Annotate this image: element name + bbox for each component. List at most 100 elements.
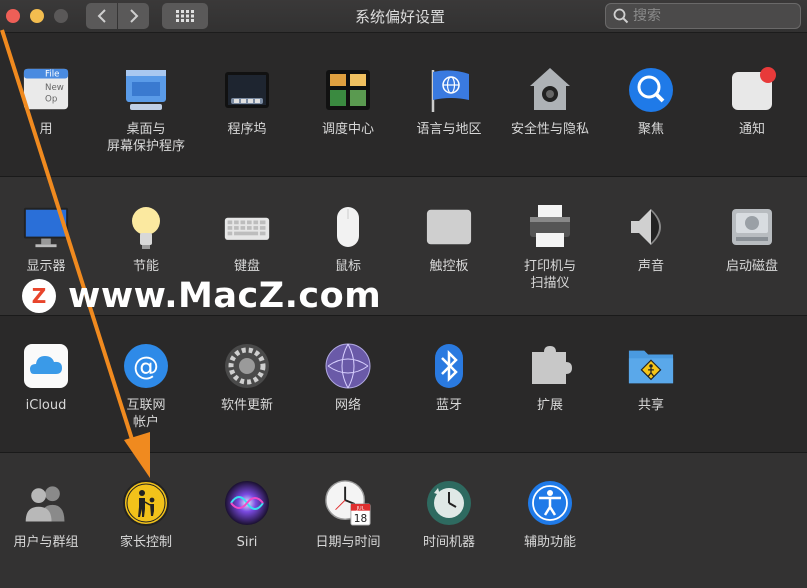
pane-label: 辅助功能: [523, 535, 576, 550]
grid-icon: [176, 10, 194, 22]
chevron-left-icon: [97, 9, 106, 23]
pane-internet-accounts[interactable]: @ 互联网 帐户: [100, 342, 192, 431]
pane-row-1: File New Op 用 桌面与 屏幕保护程序 程序坞 调度中心 语言与地区 …: [0, 40, 807, 178]
pane-trackpad[interactable]: 触控板: [403, 203, 495, 275]
pane-mission-control[interactable]: 调度中心: [302, 66, 394, 138]
calendar-day: 18: [354, 513, 367, 525]
icloud-icon: [22, 342, 70, 390]
pane-extensions[interactable]: 扩展: [504, 342, 596, 414]
pane-time-machine[interactable]: 时间机器: [403, 479, 495, 551]
system-preferences-window: 系统偏好设置 File New Op 用: [0, 0, 807, 588]
search-field[interactable]: [605, 3, 801, 29]
network-icon: [324, 342, 372, 390]
pane-label: 鼠标: [334, 259, 361, 274]
pane-label: 显示器: [26, 259, 66, 274]
internet-accounts-icon: @: [122, 342, 170, 390]
pane-label: 通知: [738, 122, 765, 137]
pane-displays[interactable]: 显示器: [0, 203, 92, 275]
pane-label: 共享: [637, 398, 664, 413]
pane-bluetooth[interactable]: 蓝牙: [403, 342, 495, 414]
forward-button[interactable]: [118, 3, 149, 29]
pane-keyboard[interactable]: 键盘: [201, 203, 293, 275]
show-all-button[interactable]: [162, 3, 208, 29]
pane-label: 时间机器: [422, 535, 475, 550]
svg-text:File: File: [45, 70, 59, 80]
language-region-icon: [425, 66, 473, 114]
back-button[interactable]: [86, 3, 117, 29]
extensions-icon: [526, 342, 574, 390]
general-icon: File New Op: [22, 66, 70, 114]
zoom-button[interactable]: [54, 9, 68, 23]
bluetooth-icon: [425, 342, 473, 390]
pane-date-time[interactable]: JUL 18 日期与时间: [302, 479, 394, 551]
pane-startup-disk[interactable]: 启动磁盘: [706, 203, 798, 275]
pane-printers-scanners[interactable]: 打印机与 扫描仪: [504, 203, 596, 292]
trackpad-icon: [425, 203, 473, 251]
pane-language-region[interactable]: 语言与地区: [403, 66, 495, 138]
pane-label: 扩展: [536, 398, 563, 413]
mission-control-icon: [324, 66, 372, 114]
spotlight-icon: [627, 66, 675, 114]
pane-label: 语言与地区: [416, 122, 482, 137]
window-title: 系统偏好设置: [354, 8, 445, 26]
sharing-icon: [627, 342, 675, 390]
macz-logo-icon: Z: [22, 279, 56, 313]
pane-security-privacy[interactable]: 安全性与隐私: [504, 66, 596, 138]
calendar-month: JUL: [356, 506, 365, 512]
pane-label: 用户与群组: [13, 535, 79, 550]
minimize-button[interactable]: [30, 9, 44, 23]
pane-software-update[interactable]: 软件更新: [201, 342, 293, 414]
pane-energy-saver[interactable]: 节能: [100, 203, 192, 275]
users-groups-icon: [22, 479, 70, 527]
pane-general[interactable]: File New Op 用: [0, 66, 92, 138]
pane-label: 家长控制: [119, 535, 172, 550]
pane-sound[interactable]: 声音: [605, 203, 697, 275]
pane-spotlight[interactable]: 聚焦: [605, 66, 697, 138]
pane-notifications[interactable]: 通知: [706, 66, 798, 138]
pane-label: 程序坞: [227, 122, 267, 137]
pane-users-groups[interactable]: 用户与群组: [0, 479, 92, 551]
date-time-icon: JUL 18: [324, 479, 372, 527]
pane-desktop-screensaver[interactable]: 桌面与 屏幕保护程序: [100, 66, 192, 155]
pane-label: 日期与时间: [315, 535, 381, 550]
pane-accessibility[interactable]: 辅助功能: [504, 479, 596, 551]
pane-sharing[interactable]: 共享: [605, 342, 697, 414]
pane-label: 触控板: [429, 259, 469, 274]
pane-parental-controls[interactable]: 家长控制: [100, 479, 192, 551]
pane-siri[interactable]: Siri: [201, 479, 293, 551]
pane-network[interactable]: 网络: [302, 342, 394, 414]
search-icon: [613, 8, 629, 24]
pane-label: 桌面与 屏幕保护程序: [106, 122, 185, 154]
toolbar: 系统偏好设置: [0, 0, 807, 33]
sound-icon: [627, 203, 675, 251]
pane-icloud[interactable]: iCloud: [0, 342, 92, 414]
pane-label: 聚焦: [637, 122, 664, 137]
displays-icon: [22, 203, 70, 251]
energy-saver-icon: [122, 203, 170, 251]
pane-label: iCloud: [25, 398, 67, 413]
pane-label: 调度中心: [321, 122, 374, 137]
keyboard-icon: [223, 203, 271, 251]
close-button[interactable]: [6, 9, 20, 23]
startup-disk-icon: [728, 203, 776, 251]
pane-dock[interactable]: 程序坞: [201, 66, 293, 138]
chevron-right-icon: [129, 9, 138, 23]
time-machine-icon: [425, 479, 473, 527]
notifications-icon: [728, 66, 776, 114]
software-update-icon: [223, 342, 271, 390]
pane-label: 用: [39, 122, 53, 137]
mouse-icon: [324, 203, 372, 251]
pane-label: 启动磁盘: [725, 259, 778, 274]
pane-row-4: 用户与群组 家长控制 Siri JUL 18 日期与时间 时间机器 辅助功能: [0, 453, 807, 588]
pane-label: 节能: [132, 259, 159, 274]
pane-label: 打印机与 扫描仪: [523, 259, 576, 291]
desktop-screensaver-icon: [122, 66, 170, 114]
svg-text:New: New: [45, 83, 64, 93]
search-input[interactable]: [633, 8, 793, 24]
dock-icon: [223, 66, 271, 114]
svg-text:Op: Op: [45, 95, 57, 105]
pane-label: 蓝牙: [435, 398, 462, 413]
pane-label: 软件更新: [220, 398, 273, 413]
siri-icon: [223, 479, 271, 527]
pane-mouse[interactable]: 鼠标: [302, 203, 394, 275]
